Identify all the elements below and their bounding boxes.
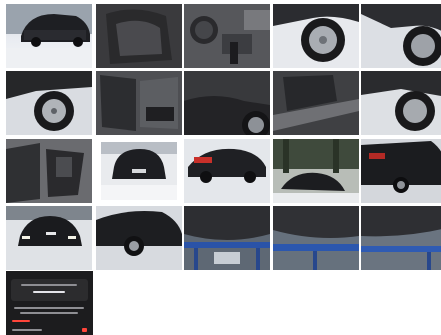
car-side-photo	[184, 139, 270, 203]
screenshot-red-badge	[82, 328, 87, 332]
car-front-photo	[6, 4, 92, 68]
wheel-photo	[361, 4, 441, 68]
interior-photo	[96, 4, 182, 68]
photo-thumbnail-car-side-snow[interactable]	[184, 139, 270, 203]
car-side-photo	[96, 206, 182, 270]
photo-thumbnail-wheel-snow[interactable]	[361, 4, 441, 68]
screenshot-red-label	[12, 320, 30, 322]
photo-thumbnail-interior-dashboard[interactable]	[184, 4, 270, 68]
screenshot-text-line	[33, 291, 65, 293]
photo-thumbnail-wheel-side[interactable]	[6, 71, 92, 135]
photo-thumbnail-underbody-lift-3[interactable]	[361, 206, 441, 270]
photo-thumbnail-car-rear-snow[interactable]	[96, 139, 182, 203]
screenshot-text-line	[12, 329, 42, 331]
underbody-photo	[184, 206, 270, 270]
underbody-photo	[273, 206, 359, 270]
photo-thumbnail-car-side-dark[interactable]	[96, 206, 182, 270]
photo-thumbnail-wheel-rear[interactable]	[361, 71, 441, 135]
photo-thumbnail-underbody-lift[interactable]	[184, 206, 270, 270]
photo-thumbnail-wheel-alloy[interactable]	[273, 4, 359, 68]
photo-gallery	[0, 0, 441, 335]
photo-thumbnail-door-sill[interactable]	[273, 71, 359, 135]
underbody-photo	[361, 206, 441, 270]
car-rear-photo	[101, 142, 177, 200]
car-rear-photo	[361, 139, 441, 203]
photo-thumbnail-door-open[interactable]	[96, 71, 182, 135]
photo-thumbnail-interior-seats[interactable]	[6, 139, 92, 203]
photo-thumbnail-car-rear-dark[interactable]	[361, 139, 441, 203]
dashboard-photo	[184, 4, 270, 68]
wheel-arch-photo	[184, 71, 270, 135]
wheel-photo	[273, 4, 359, 68]
car-forest-photo	[273, 139, 359, 203]
wheel-photo	[361, 71, 441, 135]
door-photo	[96, 71, 182, 135]
screenshot-text-line	[20, 312, 78, 314]
interior-seats-photo	[6, 139, 92, 203]
photo-thumbnail-car-front-night[interactable]	[6, 206, 92, 270]
screenshot-text-line	[21, 284, 77, 286]
photo-thumbnail-phone-app-screenshot[interactable]	[6, 271, 93, 335]
screenshot-card	[11, 279, 88, 301]
door-sill-photo	[273, 71, 359, 135]
photo-thumbnail-car-in-forest[interactable]	[273, 139, 359, 203]
photo-thumbnail-underbody-lift-2[interactable]	[273, 206, 359, 270]
car-front-photo	[6, 206, 92, 270]
photo-thumbnail-car-front-snow[interactable]	[6, 4, 92, 68]
photo-thumbnail-interior-dark[interactable]	[96, 4, 182, 68]
screenshot-text-line	[14, 307, 84, 309]
wheel-photo	[6, 71, 92, 135]
photo-thumbnail-wheel-arch[interactable]	[184, 71, 270, 135]
